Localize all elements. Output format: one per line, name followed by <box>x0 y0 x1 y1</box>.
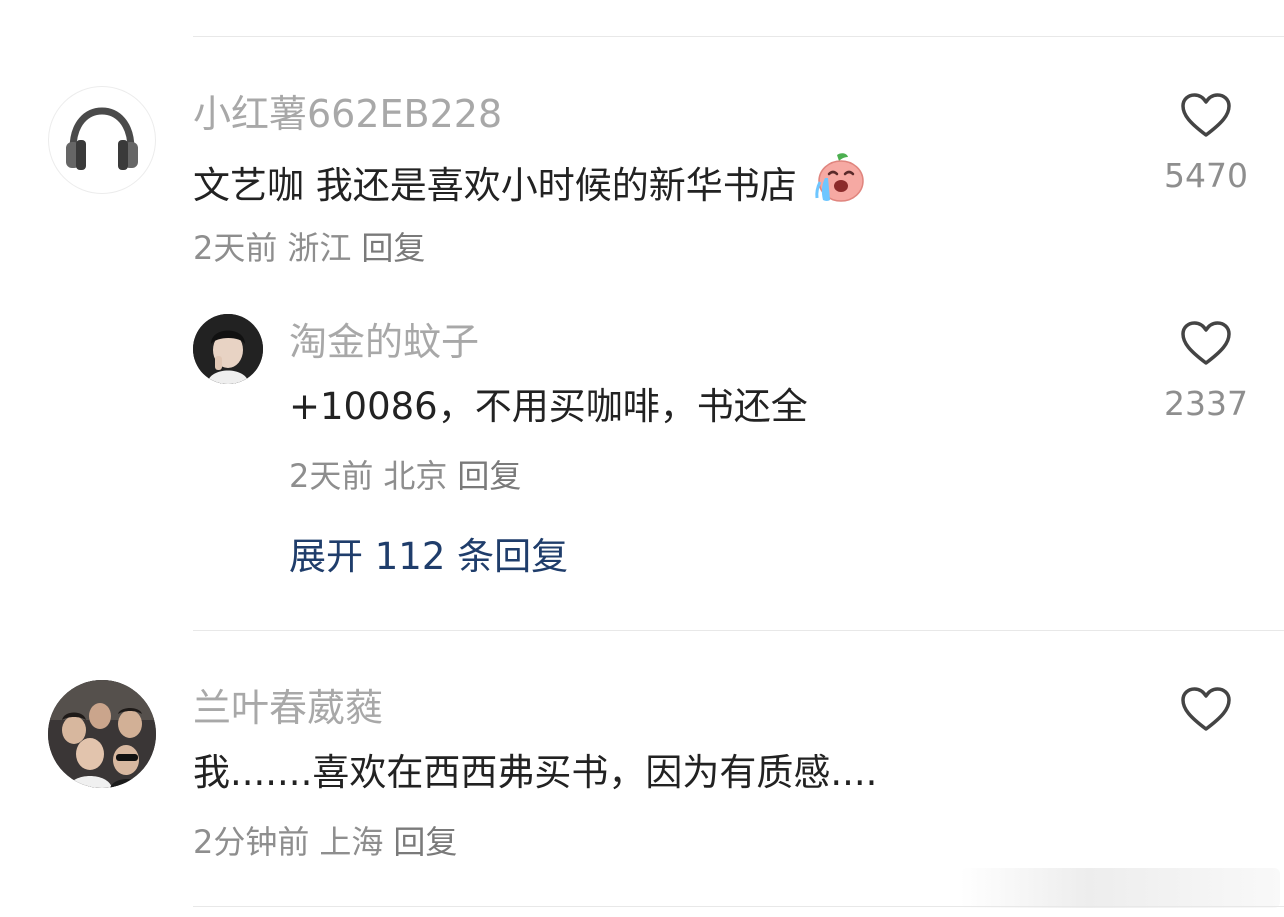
comment-text: 我.......喜欢在西西弗买书，因为有质感.... <box>193 751 878 794</box>
comment-meta: 2天前 北京 回复 <box>289 456 531 496</box>
comment-location: 浙江 <box>287 229 352 267</box>
comment-username[interactable]: 淘金的蚊子 <box>289 320 479 364</box>
expand-replies-link[interactable]: 展开 112 条回复 <box>289 534 568 580</box>
reply-button[interactable]: 回复 <box>457 457 521 495</box>
reply-button[interactable]: 回复 <box>361 229 425 267</box>
comment-username[interactable]: 兰叶春葳蕤 <box>193 686 383 730</box>
bottom-divider <box>193 906 1284 907</box>
comment-time: 2天前 <box>193 229 278 267</box>
comment-divider <box>193 630 1284 631</box>
like-count: 5470 <box>1164 156 1248 195</box>
user-photo-avatar-icon <box>193 314 263 384</box>
headphones-icon <box>66 107 138 170</box>
avatar[interactable] <box>193 314 263 384</box>
avatar[interactable] <box>48 86 156 194</box>
reply-button[interactable]: 回复 <box>393 823 457 861</box>
avatar[interactable] <box>48 680 156 788</box>
heart-icon <box>1181 93 1231 137</box>
comment-meta: 2天前 浙江 回复 <box>193 228 435 268</box>
comment-text: 文艺咖 我还是喜欢小时候的新华书店 <box>193 153 867 219</box>
comment-location: 上海 <box>319 823 384 861</box>
like-button[interactable]: 2337 <box>1151 320 1261 424</box>
heart-icon <box>1181 687 1231 731</box>
comment-text-body: 文艺咖 我还是喜欢小时候的新华书店 <box>193 164 797 207</box>
watermark <box>960 868 1280 908</box>
crying-peach-emoji-icon <box>811 152 867 215</box>
comment-location: 北京 <box>383 457 448 495</box>
top-divider <box>193 36 1284 37</box>
comment-username[interactable]: 小红薯662EB228 <box>193 92 502 136</box>
comment-meta: 2分钟前 上海 回复 <box>193 822 467 862</box>
comment-time: 2分钟前 <box>193 823 310 861</box>
like-button[interactable]: 5470 <box>1151 92 1261 196</box>
group-photo-avatar-icon <box>48 680 156 788</box>
heart-icon <box>1181 321 1231 365</box>
like-button[interactable] <box>1151 686 1261 732</box>
like-count: 2337 <box>1164 384 1248 423</box>
comment-text: +10086，不用买咖啡，书还全 <box>289 385 808 428</box>
comment-time: 2天前 <box>289 457 374 495</box>
